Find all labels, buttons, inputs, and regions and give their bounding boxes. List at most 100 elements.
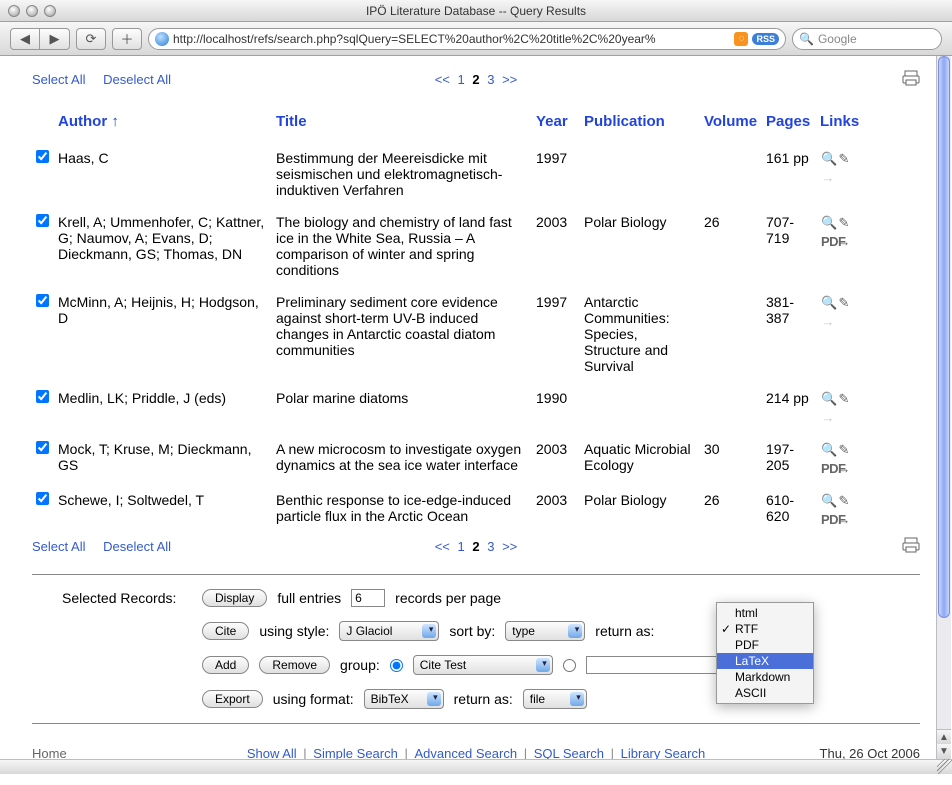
print-icon-bottom[interactable] bbox=[902, 537, 920, 556]
add-bookmark-button[interactable]: ＋ bbox=[112, 28, 142, 50]
pager-page-2-b: 2 bbox=[472, 539, 479, 554]
col-year[interactable]: Year bbox=[532, 107, 580, 144]
zoom-window-button[interactable] bbox=[44, 5, 56, 17]
forward-button[interactable]: ▶ bbox=[40, 28, 70, 50]
row-checkbox[interactable] bbox=[36, 214, 49, 227]
details-icon[interactable]: 🔍 bbox=[821, 391, 835, 407]
search-field[interactable]: 🔍 Google bbox=[792, 28, 942, 50]
reload-button[interactable]: ⟳ bbox=[76, 28, 106, 50]
pdf-icon[interactable]: PDF bbox=[821, 234, 835, 249]
cell-publication: Polar Biology bbox=[580, 208, 700, 288]
scrollbar[interactable]: ▲ ▼ bbox=[936, 56, 951, 759]
group-select[interactable]: Cite Test bbox=[413, 655, 553, 675]
export-button[interactable]: Export bbox=[202, 690, 263, 708]
rss-badge[interactable]: RSS bbox=[752, 33, 779, 45]
edit-icon[interactable]: ✎ bbox=[837, 391, 851, 407]
pager-next[interactable]: >> bbox=[502, 72, 517, 87]
scroll-down-arrow[interactable]: ▼ bbox=[937, 744, 951, 759]
cite-button[interactable]: Cite bbox=[202, 622, 249, 640]
edit-icon[interactable]: ✎ bbox=[837, 151, 851, 167]
col-links[interactable]: Links bbox=[816, 107, 920, 144]
records-per-page-input[interactable] bbox=[351, 589, 385, 607]
details-icon[interactable]: 🔍 bbox=[821, 151, 835, 167]
feed-icon[interactable]: ◌ bbox=[734, 32, 748, 46]
dropdown-item[interactable]: RTF bbox=[717, 621, 813, 637]
details-icon[interactable]: 🔍 bbox=[821, 493, 835, 509]
minimize-window-button[interactable] bbox=[26, 5, 38, 17]
pager-page-1[interactable]: 1 bbox=[458, 72, 465, 87]
scrollbar-thumb[interactable] bbox=[938, 56, 950, 618]
edit-icon[interactable]: ✎ bbox=[837, 295, 851, 311]
cell-year: 1997 bbox=[532, 288, 580, 384]
cell-pages: 197-205 bbox=[762, 435, 816, 486]
cell-author: Medlin, LK; Priddle, J (eds) bbox=[54, 384, 272, 435]
dropdown-item[interactable]: Markdown bbox=[717, 669, 813, 685]
scroll-up-arrow[interactable]: ▲ bbox=[937, 729, 951, 744]
col-volume[interactable]: Volume bbox=[700, 107, 762, 144]
back-button[interactable]: ◀ bbox=[10, 28, 40, 50]
col-title[interactable]: Title bbox=[272, 107, 532, 144]
style-select[interactable]: J Glaciol bbox=[339, 621, 439, 641]
results-table: Author ↑ Title Year Publication Volume P… bbox=[32, 107, 920, 537]
col-pages[interactable]: Pages bbox=[762, 107, 816, 144]
row-checkbox[interactable] bbox=[36, 492, 49, 505]
edit-icon[interactable]: ✎ bbox=[837, 493, 851, 509]
pager-page-3-b[interactable]: 3 bbox=[487, 539, 494, 554]
pager-prev-b[interactable]: << bbox=[435, 539, 450, 554]
pdf-icon[interactable]: PDF bbox=[821, 461, 835, 476]
details-icon[interactable]: 🔍 bbox=[821, 442, 835, 458]
col-publication[interactable]: Publication bbox=[580, 107, 700, 144]
dropdown-item[interactable]: html bbox=[717, 605, 813, 621]
details-icon[interactable]: 🔍 bbox=[821, 295, 835, 311]
group-new-input[interactable] bbox=[586, 656, 736, 674]
deselect-all-link[interactable]: Deselect All bbox=[103, 72, 171, 87]
row-checkbox[interactable] bbox=[36, 441, 49, 454]
cell-links: 🔍✎PDF→ bbox=[816, 435, 920, 486]
edit-icon[interactable]: ✎ bbox=[837, 442, 851, 458]
col-author[interactable]: Author ↑ bbox=[54, 107, 272, 144]
return-select[interactable]: file bbox=[523, 689, 587, 709]
cell-author: McMinn, A; Heijnis, H; Hodgson, D bbox=[54, 288, 272, 384]
select-all-link[interactable]: Select All bbox=[32, 72, 85, 87]
return-as-dropdown[interactable]: htmlRTFPDFLaTeXMarkdownASCII bbox=[716, 602, 814, 704]
pager-page-1-b[interactable]: 1 bbox=[458, 539, 465, 554]
pager-prev[interactable]: << bbox=[435, 72, 450, 87]
edit-icon[interactable]: ✎ bbox=[837, 215, 851, 231]
link-out-icon[interactable]: → bbox=[837, 461, 851, 476]
cell-pages: 381-387 bbox=[762, 288, 816, 384]
close-window-button[interactable] bbox=[8, 5, 20, 17]
row-checkbox[interactable] bbox=[36, 294, 49, 307]
dropdown-item[interactable]: PDF bbox=[717, 637, 813, 653]
remove-button[interactable]: Remove bbox=[259, 656, 330, 674]
url-bar[interactable]: http://localhost/refs/search.php?sqlQuer… bbox=[148, 28, 786, 50]
cell-title: Benthic response to ice-edge-induced par… bbox=[272, 486, 532, 537]
table-row: Haas, CBestimmung der Meereisdicke mit s… bbox=[32, 144, 920, 208]
link-out-icon: → bbox=[821, 314, 835, 329]
link-out-icon[interactable]: → bbox=[837, 512, 851, 527]
group-existing-radio[interactable] bbox=[390, 659, 403, 672]
add-button[interactable]: Add bbox=[202, 656, 249, 674]
cell-volume: 30 bbox=[700, 435, 762, 486]
format-select[interactable]: BibTeX bbox=[364, 689, 444, 709]
pdf-icon[interactable]: PDF bbox=[821, 512, 835, 527]
controls-panel: Selected Records: Display full entries r… bbox=[32, 589, 920, 709]
pager-next-b[interactable]: >> bbox=[502, 539, 517, 554]
print-icon[interactable] bbox=[902, 70, 920, 89]
using-format-label: using format: bbox=[273, 691, 354, 707]
using-style-label: using style: bbox=[259, 623, 329, 639]
link-out-icon[interactable]: → bbox=[837, 234, 851, 249]
deselect-all-link-bottom[interactable]: Deselect All bbox=[103, 539, 171, 554]
resize-handle[interactable] bbox=[937, 759, 952, 774]
site-icon bbox=[155, 32, 169, 46]
cell-year: 2003 bbox=[532, 435, 580, 486]
dropdown-item[interactable]: LaTeX bbox=[717, 653, 813, 669]
pager-page-3[interactable]: 3 bbox=[487, 72, 494, 87]
display-button[interactable]: Display bbox=[202, 589, 267, 607]
group-new-radio[interactable] bbox=[563, 659, 576, 672]
details-icon[interactable]: 🔍 bbox=[821, 215, 835, 231]
select-all-link-bottom[interactable]: Select All bbox=[32, 539, 85, 554]
sort-select[interactable]: type bbox=[505, 621, 585, 641]
row-checkbox[interactable] bbox=[36, 150, 49, 163]
dropdown-item[interactable]: ASCII bbox=[717, 685, 813, 701]
row-checkbox[interactable] bbox=[36, 390, 49, 403]
